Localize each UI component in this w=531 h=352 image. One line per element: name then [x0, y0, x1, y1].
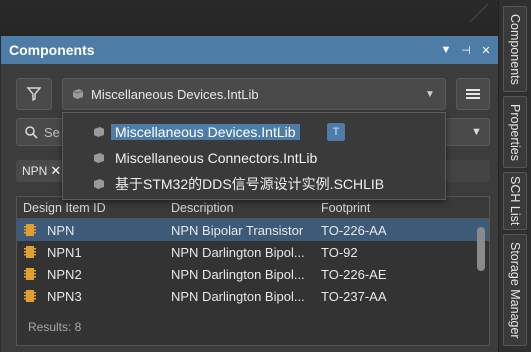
- row-design-item-id: NPN: [47, 222, 75, 238]
- table-row[interactable]: NPN NPN Bipolar Transistor TO-226-AA: [17, 219, 489, 241]
- row-design-item-id: NPN1: [47, 244, 82, 260]
- row-design-item-id: NPN2: [47, 266, 82, 282]
- row-footprint: TO-92: [321, 244, 358, 260]
- side-tab-properties[interactable]: Properties: [503, 96, 527, 168]
- library-icon: [94, 153, 104, 163]
- panel-pin-button[interactable]: ⊣: [458, 42, 474, 58]
- row-footprint: TO-226-AA: [321, 222, 387, 238]
- side-tab-storage-manager[interactable]: Storage Manager: [503, 234, 527, 346]
- row-footprint: TO-226-AE: [321, 266, 387, 282]
- hamburger-menu-button[interactable]: [456, 78, 490, 110]
- side-tab-sch-list[interactable]: SCH List: [503, 172, 527, 230]
- library-icon: [72, 89, 84, 99]
- table-header: Design Item ID Description Footprint: [17, 197, 489, 219]
- side-tab-components[interactable]: Components: [503, 6, 527, 92]
- header-description[interactable]: Description: [165, 201, 315, 215]
- table-row[interactable]: NPN3 NPN Darlington Bipol... TO-237-AA: [17, 285, 489, 307]
- row-description: NPN Darlington Bipol...: [171, 288, 305, 304]
- library-icon: [94, 179, 104, 189]
- panel-menu-button[interactable]: ▼: [438, 42, 454, 58]
- table-scrollbar[interactable]: [477, 221, 485, 317]
- row-description: NPN Darlington Bipol...: [171, 244, 305, 260]
- side-tab-label: Properties: [508, 103, 522, 161]
- library-option[interactable]: Miscellaneous Connectors.IntLib: [93, 147, 321, 169]
- filter-button[interactable]: [16, 78, 52, 110]
- workspace-top: [0, 0, 498, 36]
- side-tab-strip: Components Properties SCH List Storage M…: [498, 0, 531, 352]
- library-option-label: Miscellaneous Connectors.IntLib: [115, 150, 318, 166]
- panel-close-button[interactable]: ✕: [478, 42, 494, 58]
- row-design-item-id: NPN3: [47, 288, 82, 304]
- library-option-label: Miscellaneous Devices.IntLib: [111, 124, 300, 140]
- panel-titlebar: Components ▼ ⊣ ✕: [1, 36, 498, 64]
- component-chip-icon: [24, 224, 36, 236]
- row-description: NPN Bipolar Transistor: [171, 222, 304, 238]
- panel-title: Components: [9, 42, 95, 58]
- library-option-label: 基于STM32的DDS信号源设计实例.SCHLIB: [115, 176, 385, 192]
- table-row[interactable]: NPN2 NPN Darlington Bipol... TO-226-AE: [17, 263, 489, 285]
- library-dropdown: Miscellaneous Devices.IntLib T Miscellan…: [62, 112, 446, 200]
- workspace-shade: [0, 0, 498, 30]
- hamburger-menu-icon: [466, 89, 480, 99]
- scrollbar-thumb[interactable]: [477, 227, 485, 271]
- row-footprint: TO-237-AA: [321, 288, 387, 304]
- library-select[interactable]: Miscellaneous Devices.IntLib ▼: [62, 78, 446, 110]
- header-footprint[interactable]: Footprint: [315, 201, 465, 215]
- component-chip-icon: [24, 246, 36, 258]
- library-icon: [94, 127, 104, 137]
- filter-chip: NPN ✕: [16, 160, 68, 182]
- library-select-value: Miscellaneous Devices.IntLib: [91, 86, 259, 102]
- side-tab-label: Components: [508, 13, 522, 85]
- header-design-item-id[interactable]: Design Item ID: [17, 201, 165, 215]
- chevron-down-icon: ▼: [425, 88, 435, 100]
- search-dropdown-icon[interactable]: ▼: [471, 126, 489, 138]
- components-table: Design Item ID Description Footprint NPN…: [16, 196, 490, 346]
- results-count: Results: 8: [28, 320, 82, 334]
- corner-icon: [469, 3, 489, 23]
- library-option[interactable]: 基于STM32的DDS信号源设计实例.SCHLIB: [93, 173, 388, 195]
- side-tab-label: Storage Manager: [508, 241, 522, 339]
- remove-filter-icon[interactable]: ✕: [50, 163, 61, 179]
- search-icon: [25, 125, 38, 139]
- side-tab-label: SCH List: [508, 176, 522, 226]
- table-row[interactable]: NPN1 NPN Darlington Bipol... TO-92: [17, 241, 489, 263]
- row-description: NPN Darlington Bipol...: [171, 266, 305, 282]
- library-option[interactable]: Miscellaneous Devices.IntLib: [93, 121, 300, 143]
- panel-toolbar: Miscellaneous Devices.IntLib ▼: [16, 78, 490, 110]
- filter-chip-label: NPN: [22, 164, 48, 178]
- component-chip-icon: [24, 290, 36, 302]
- component-chip-icon: [24, 268, 36, 280]
- funnel-icon: [26, 87, 42, 102]
- text-icon: T: [327, 123, 345, 141]
